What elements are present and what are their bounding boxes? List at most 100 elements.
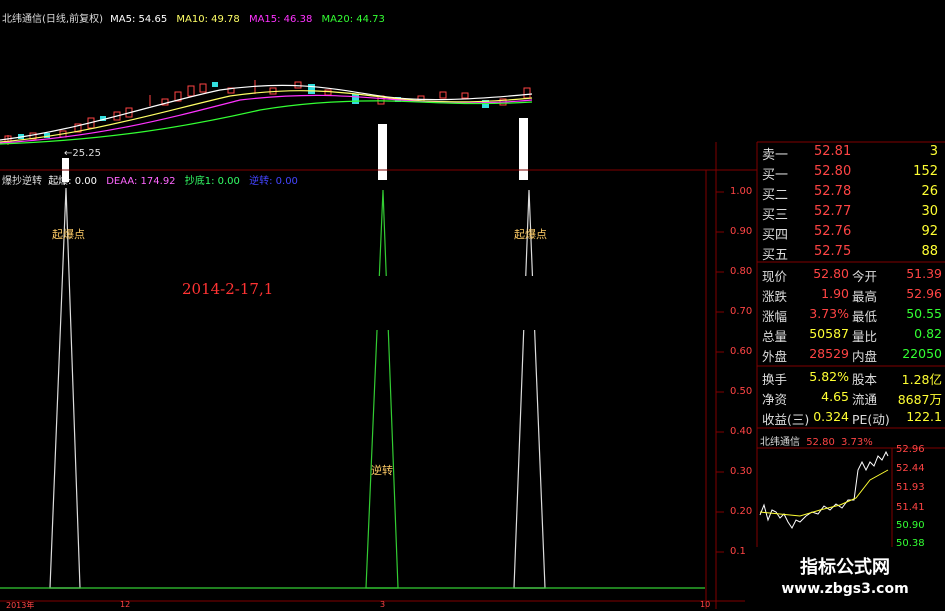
fin-label: 流通: [852, 392, 878, 407]
fin-row: 净资 4.65 流通 8687万: [762, 387, 944, 407]
fin-value: 4.65: [821, 389, 849, 404]
order-price: 52.75: [814, 244, 852, 259]
order-row-buy4: 买四 52.76 92: [762, 222, 942, 243]
indicator-qibao: 起爆: 0.00: [48, 176, 98, 187]
fin-label: 净资: [762, 392, 788, 407]
mini-price-tick: 50.90: [896, 520, 925, 531]
y-tick: 0.70: [730, 306, 753, 317]
spike-qibao-1: [49, 187, 81, 589]
fin-value: 8687万: [897, 392, 942, 407]
stat-value: 0.82: [914, 326, 942, 341]
order-price: 52.81: [814, 144, 852, 159]
watermark-title: 指标公式网: [800, 557, 890, 578]
order-label: 买三: [762, 208, 789, 223]
fin-label: PE(动): [852, 412, 890, 427]
indicator-chaodi: 抄底1: 0.00: [184, 176, 240, 187]
order-price: 52.78: [814, 184, 852, 199]
stat-value: 50.55: [906, 306, 942, 321]
order-volume: 92: [921, 224, 938, 239]
annotation-nizhuan: 逆转: [371, 464, 393, 477]
spike-nizhuan: [365, 189, 399, 589]
stat-value: 3.73%: [809, 306, 849, 321]
stat-row: 外盘 28529 内盘 22050: [762, 344, 944, 364]
signal-bar-2: [378, 124, 387, 180]
stat-label: 最高: [852, 289, 878, 304]
mini-price-tick: 51.93: [896, 482, 925, 493]
order-label: 买四: [762, 228, 789, 243]
indicator-nizhuan: 逆转: 0.00: [249, 176, 298, 187]
stat-row: 涨幅 3.73% 最低 50.55: [762, 304, 944, 324]
y-tick: 0.60: [730, 346, 753, 357]
stat-value: 28529: [809, 346, 849, 361]
order-volume: 152: [913, 164, 938, 179]
order-label: 卖一: [762, 148, 789, 163]
mini-chart-price: 52.80: [806, 437, 835, 448]
moving-average-lines: [0, 84, 533, 145]
y-tick: 1.00: [730, 186, 753, 197]
y-tick: 0.90: [730, 226, 753, 237]
order-price: 52.76: [814, 224, 852, 239]
mini-chart-header: 北纬通信 52.80 3.73%: [760, 433, 873, 448]
stat-label: 量比: [852, 329, 878, 344]
stat-label: 外盘: [762, 349, 788, 364]
stat-label: 总量: [762, 329, 788, 344]
indicator-legend: 爆抄逆转 起爆: 0.00 DEAA: 174.92 抄底1: 0.00 逆转:…: [2, 172, 298, 187]
y-tick: 0.50: [730, 386, 753, 397]
fin-value: 5.82%: [809, 369, 849, 384]
fin-label: 股本: [852, 372, 878, 387]
y-tick: 0.40: [730, 426, 753, 437]
x-axis-label: 10: [700, 600, 711, 609]
watermark-box: 指标公式网 www.zbgs3.com: [745, 547, 945, 609]
y-tick: 0.80: [730, 266, 753, 277]
x-axis-label: 12: [120, 600, 131, 609]
order-row-buy5: 买五 52.75 88: [762, 242, 942, 263]
stat-row: 总量 50587 量比 0.82: [762, 324, 944, 344]
fin-row: 换手 5.82% 股本 1.28亿: [762, 367, 944, 387]
fin-value: 122.1: [906, 409, 942, 424]
watermark-url: www.zbgs3.com: [781, 581, 909, 597]
date-annotation: 2014-2-17,1: [182, 280, 274, 298]
order-row-buy3: 买三 52.77 30: [762, 202, 942, 223]
stat-row: 涨跌 1.90 最高 52.96: [762, 284, 944, 304]
fin-label: 换手: [762, 372, 788, 387]
indicator-deaa: DEAA: 174.92: [106, 176, 176, 187]
mini-price-tick: 52.44: [896, 463, 925, 474]
order-price: 52.80: [814, 164, 852, 179]
annotation-qibao-2: 起爆点: [514, 228, 547, 241]
stat-row: 现价 52.80 今开 51.39: [762, 264, 944, 284]
order-volume: 88: [921, 244, 938, 259]
annotation-qibao-1: 起爆点: [52, 228, 85, 241]
x-axis-label: 2013年: [6, 601, 35, 610]
stat-value: 50587: [809, 326, 849, 341]
mini-price-tick: 51.41: [896, 502, 925, 513]
stat-value: 22050: [902, 346, 942, 361]
spike-qibao-2: [513, 189, 546, 589]
stat-label: 涨幅: [762, 309, 788, 324]
order-volume: 26: [921, 184, 938, 199]
order-row-buy2: 买二 52.78 26: [762, 182, 942, 203]
indicator-name: 爆抄逆转: [2, 176, 42, 187]
low-price-marker: ←25.25: [64, 148, 102, 159]
candlestick-series: [4, 80, 531, 145]
stat-value: 52.80: [813, 266, 849, 281]
stat-label: 内盘: [852, 349, 878, 364]
stat-value: 52.96: [906, 286, 942, 301]
order-label: 买一: [762, 168, 789, 183]
fin-label: 收益(三): [762, 412, 810, 427]
fin-value: 0.324: [813, 409, 849, 424]
order-volume: 3: [929, 144, 938, 159]
stat-label: 涨跌: [762, 289, 788, 304]
stat-value: 1.90: [821, 286, 849, 301]
fin-value: 1.28亿: [901, 372, 942, 387]
stat-value: 51.39: [906, 266, 942, 281]
order-row-sell1: 卖一 52.81 3: [762, 142, 942, 163]
signal-bar-3: [519, 118, 528, 180]
stat-label: 今开: [852, 269, 878, 284]
order-volume: 30: [921, 204, 938, 219]
mini-chart-pct: 3.73%: [841, 437, 873, 448]
stat-label: 现价: [762, 269, 788, 284]
x-axis-label: 3: [380, 600, 386, 609]
order-price: 52.77: [814, 204, 852, 219]
y-tick: 0.30: [730, 466, 753, 477]
mini-price-tick: 52.96: [896, 444, 925, 455]
